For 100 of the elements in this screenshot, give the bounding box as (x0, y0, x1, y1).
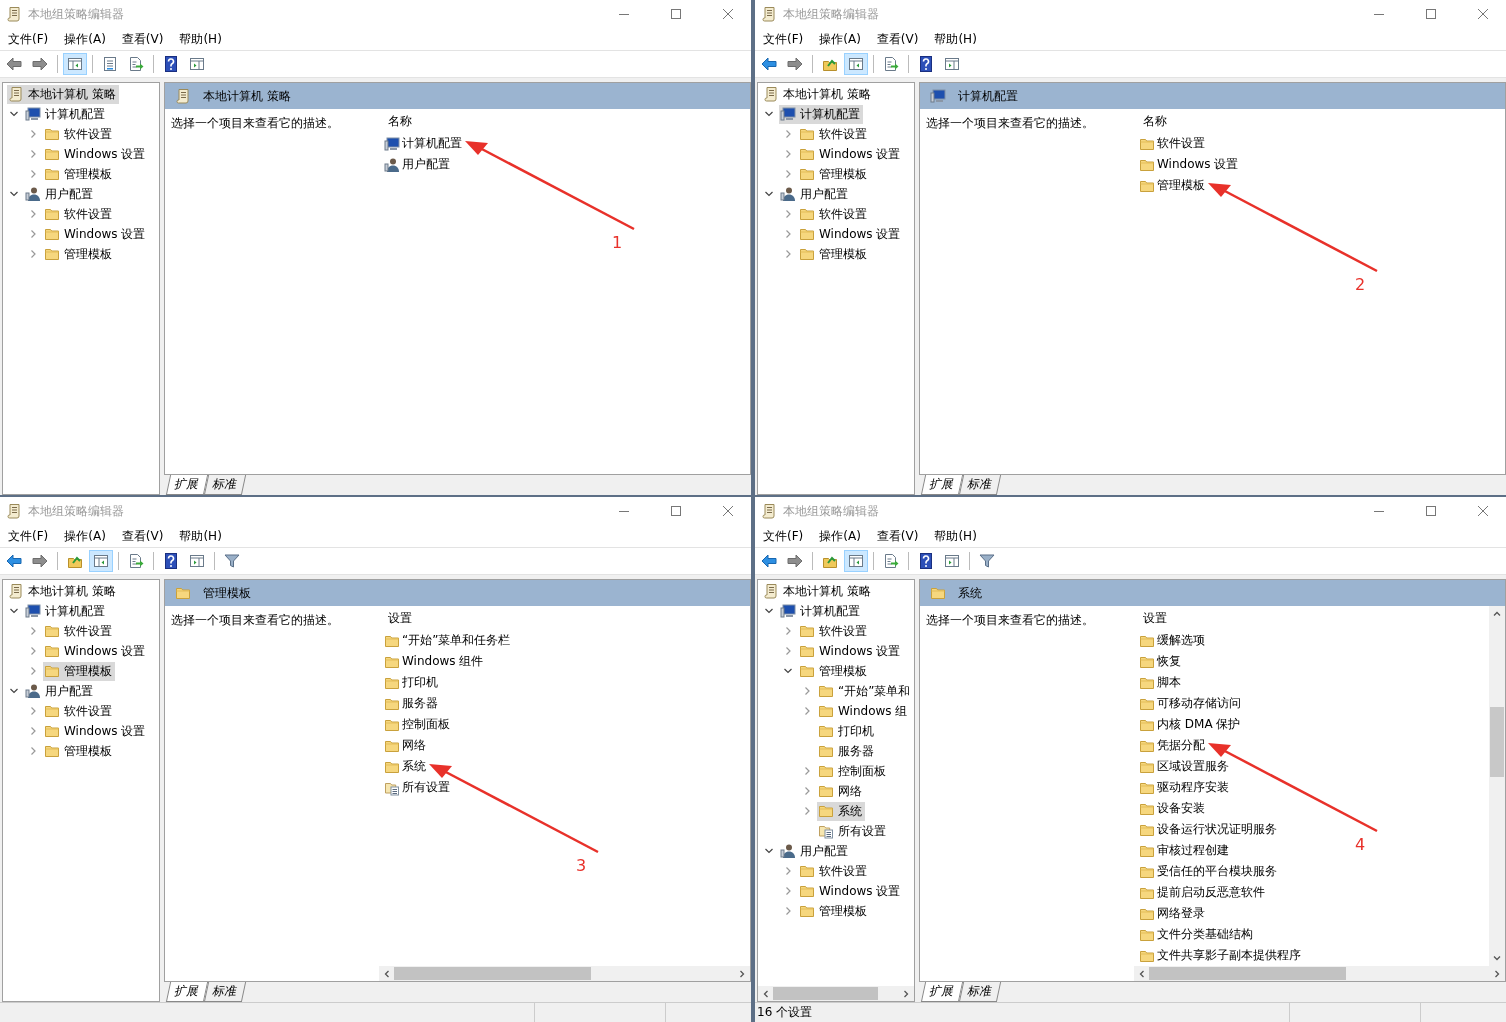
column-header[interactable]: 名称 (388, 112, 412, 130)
view-tab[interactable]: 标准 (203, 475, 247, 495)
chevron-right-icon[interactable] (28, 706, 38, 716)
menu-item[interactable]: 操作(A) (58, 29, 116, 49)
chevron-right-icon[interactable] (28, 666, 38, 676)
tree-item[interactable]: 本地计算机 策略 (762, 581, 874, 601)
view-tab[interactable]: 标准 (958, 475, 1002, 495)
chevron-right-icon[interactable] (802, 806, 812, 816)
chevron-right-icon[interactable] (28, 169, 38, 179)
chevron-down-icon[interactable] (9, 109, 19, 119)
menu-item[interactable]: 帮助(H) (173, 526, 232, 546)
chevron-right-icon[interactable] (783, 626, 793, 636)
view-tab[interactable]: 扩展 (165, 982, 209, 1002)
column-header[interactable]: 设置 (388, 609, 412, 627)
chevron-right-icon[interactable] (28, 129, 38, 139)
list-item[interactable]: 打印机 (384, 674, 438, 691)
menu-item[interactable]: 操作(A) (813, 29, 871, 49)
chevron-right-icon[interactable] (28, 249, 38, 259)
chevron-down-icon[interactable] (9, 686, 19, 696)
view-tab[interactable]: 标准 (958, 982, 1002, 1002)
tree-item[interactable]: 本地计算机 策略 (762, 84, 874, 104)
list-item[interactable]: 管理模板 (1139, 177, 1205, 194)
tree-item[interactable]: 控制面板 (817, 761, 889, 781)
tree-item[interactable]: 管理模板 (43, 741, 115, 761)
scroll-thumb[interactable] (1490, 707, 1504, 777)
chevron-down-icon[interactable] (783, 666, 793, 676)
menu-item[interactable]: 查看(V) (870, 526, 929, 546)
scroll-thumb[interactable] (773, 987, 878, 1000)
tree-item[interactable]: 网络 (817, 781, 865, 801)
scroll-thumb[interactable] (394, 967, 592, 980)
list-item[interactable]: 控制面板 (384, 716, 450, 733)
horizontal-scrollbar[interactable] (379, 966, 750, 981)
chevron-right-icon[interactable] (28, 726, 38, 736)
menu-item[interactable]: 文件(F) (2, 526, 59, 546)
chevron-right-icon[interactable] (783, 149, 793, 159)
horizontal-scrollbar[interactable] (1134, 966, 1505, 981)
view-tab[interactable]: 扩展 (920, 982, 964, 1002)
menu-item[interactable]: 帮助(H) (928, 29, 987, 49)
chevron-right-icon[interactable] (28, 746, 38, 756)
tree-item[interactable]: 软件设置 (43, 124, 115, 144)
list-item[interactable]: Windows 组件 (384, 653, 484, 670)
chevron-right-icon[interactable] (28, 646, 38, 656)
list-item[interactable]: 提前启动反恶意软件 (1139, 884, 1265, 901)
menu-item[interactable]: 文件(F) (757, 526, 814, 546)
chevron-right-icon[interactable] (783, 209, 793, 219)
tree-item[interactable]: Windows 设置 (798, 641, 904, 661)
menu-item[interactable]: 操作(A) (813, 526, 871, 546)
tree-item[interactable]: 管理模板 (798, 901, 870, 921)
list-item[interactable]: 受信任的平台模块服务 (1139, 863, 1277, 880)
list-item[interactable]: 可移动存储访问 (1139, 695, 1241, 712)
list-item[interactable]: 计算机配置 (384, 135, 462, 152)
menu-item[interactable]: 查看(V) (115, 29, 174, 49)
tree-item[interactable]: 管理模板 (43, 164, 115, 184)
chevron-right-icon[interactable] (802, 766, 812, 776)
chevron-down-icon[interactable] (764, 189, 774, 199)
view-tab[interactable]: 扩展 (165, 475, 209, 495)
tree-item[interactable]: Windows 设置 (43, 224, 149, 244)
chevron-down-icon[interactable] (9, 606, 19, 616)
tree-item[interactable]: 软件设置 (43, 701, 115, 721)
vertical-scrollbar[interactable] (1489, 606, 1505, 966)
list-item[interactable]: 网络 (384, 737, 426, 754)
list-item[interactable]: 文件分类基础结构 (1139, 926, 1253, 943)
tree-item[interactable]: Windows 组 (817, 701, 911, 721)
menu-item[interactable]: 查看(V) (870, 29, 929, 49)
horizontal-scrollbar[interactable] (758, 986, 914, 1001)
tree-item[interactable]: 管理模板 (798, 661, 870, 681)
chevron-right-icon[interactable] (802, 706, 812, 716)
chevron-right-icon[interactable] (783, 866, 793, 876)
menu-item[interactable]: 查看(V) (115, 526, 174, 546)
tree-item[interactable]: Windows 设置 (43, 721, 149, 741)
tree-item[interactable]: 计算机配置 (24, 601, 108, 621)
menu-item[interactable]: 文件(F) (757, 29, 814, 49)
list-item[interactable]: Windows 设置 (1139, 156, 1239, 173)
tree-item[interactable]: 软件设置 (798, 124, 870, 144)
column-header[interactable]: 名称 (1143, 112, 1167, 130)
list-item[interactable]: 软件设置 (1139, 135, 1205, 152)
scroll-left-icon[interactable] (1137, 968, 1147, 979)
chevron-down-icon[interactable] (764, 109, 774, 119)
list-item[interactable]: 所有设置 (384, 779, 450, 796)
list-item[interactable]: 内核 DMA 保护 (1139, 716, 1241, 733)
chevron-right-icon[interactable] (783, 249, 793, 259)
chevron-right-icon[interactable] (783, 906, 793, 916)
chevron-right-icon[interactable] (28, 626, 38, 636)
tree-item[interactable]: Windows 设置 (43, 641, 149, 661)
scroll-left-icon[interactable] (761, 988, 771, 999)
list-item[interactable]: 用户配置 (384, 156, 450, 173)
menu-item[interactable]: 文件(F) (2, 29, 59, 49)
scroll-thumb[interactable] (1149, 967, 1347, 980)
tree-item[interactable]: 用户配置 (24, 681, 96, 701)
scroll-right-icon[interactable] (901, 988, 911, 999)
list-item[interactable]: 恢复 (1139, 653, 1181, 670)
tree-item[interactable]: 用户配置 (779, 841, 851, 861)
tree-item[interactable]: 本地计算机 策略 (7, 84, 119, 104)
tree-item[interactable]: 服务器 (817, 741, 877, 761)
tree-item[interactable]: 所有设置 (817, 821, 889, 841)
chevron-right-icon[interactable] (28, 149, 38, 159)
tree-item[interactable]: 管理模板 (43, 244, 115, 264)
tree-item[interactable]: Windows 设置 (798, 881, 904, 901)
list-item[interactable]: “开始”菜单和任务栏 (384, 632, 511, 649)
view-tab[interactable]: 扩展 (920, 475, 964, 495)
